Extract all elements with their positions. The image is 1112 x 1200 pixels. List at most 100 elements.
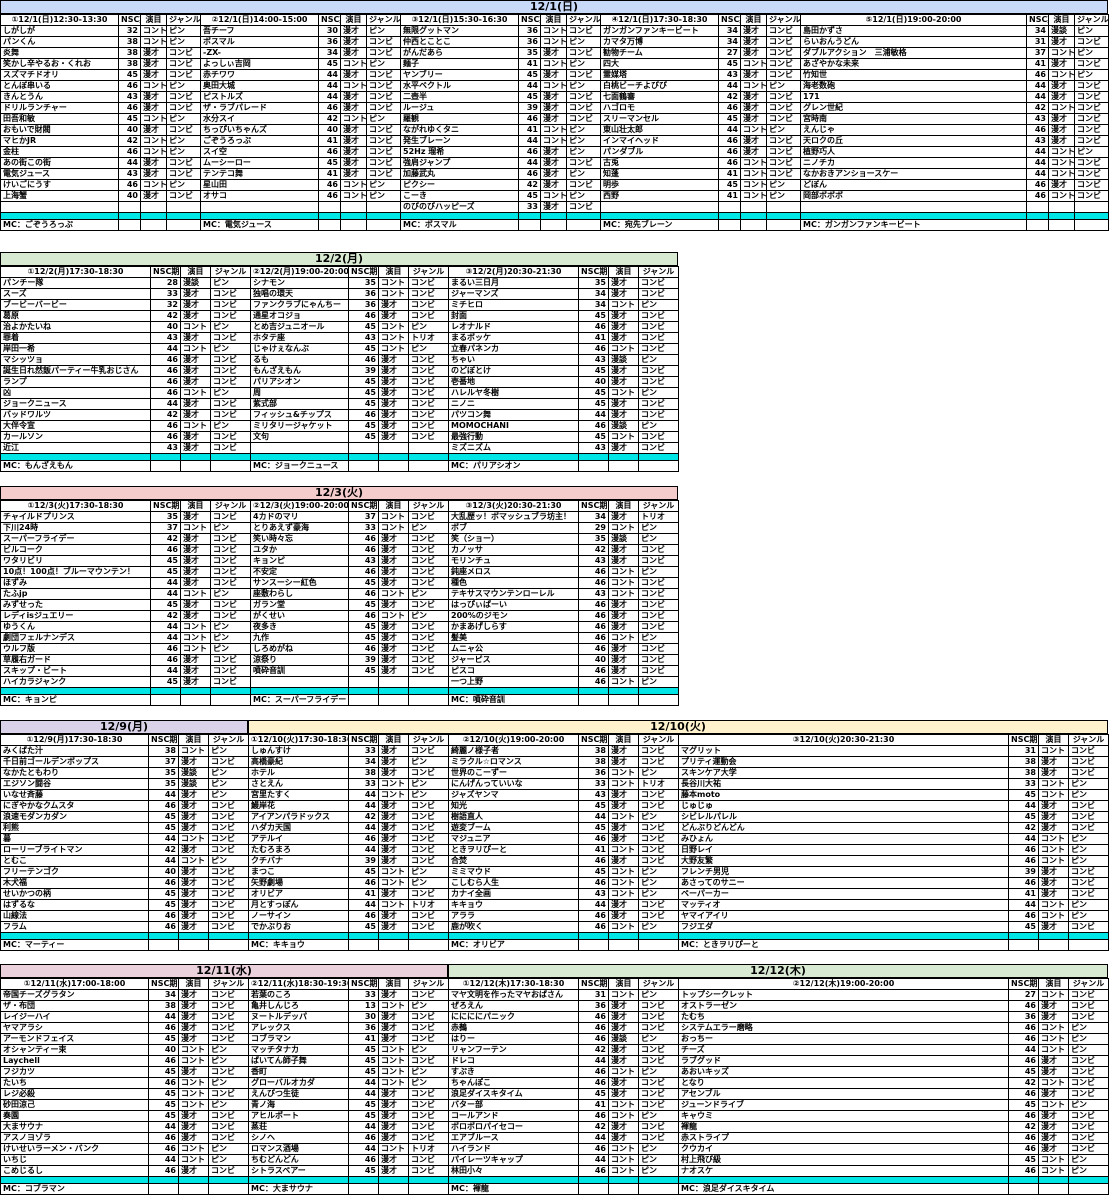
separator-cell — [0, 1176, 149, 1184]
act-type: 漫才 — [378, 921, 409, 933]
act-type: 漫才 — [1038, 1143, 1069, 1155]
col-header-nsc: NSC期 — [150, 500, 181, 512]
genre: ピン — [208, 789, 249, 801]
genre: コンビ — [1068, 800, 1109, 812]
separator-cell — [608, 1176, 639, 1184]
separator-row — [248, 1176, 449, 1184]
table-row: 利熊 45 漫才 コンビ — [0, 822, 249, 834]
act-type: コント — [608, 566, 639, 578]
genre: コンビ — [1068, 745, 1109, 757]
performer-name: あおいキッズ — [678, 1066, 1009, 1078]
act-type: コント — [740, 168, 767, 180]
table-row: バター部 41 コント コンビ — [448, 1099, 679, 1111]
mc-empty — [718, 219, 741, 231]
performer-name: 吾チーフ — [200, 25, 319, 37]
performer-name: となり — [678, 1077, 1009, 1089]
show-title: ②12/12(木)19:00-20:00 — [678, 978, 1009, 990]
genre: ピン — [638, 888, 679, 900]
act-type: 漫才 — [608, 654, 639, 666]
genre: ピン — [408, 866, 449, 878]
nsc-term: 45 — [718, 113, 741, 125]
table-row: せいかつの柄 45 漫才 コンビ — [0, 888, 249, 900]
genre: コンビ — [638, 1011, 679, 1023]
act-type: 漫才 — [180, 533, 211, 545]
act-type: 漫才 — [608, 1132, 639, 1144]
act-type: コント — [340, 113, 367, 125]
separator-cell — [608, 687, 639, 695]
nsc-term: 46 — [578, 665, 609, 677]
genre: ピン — [638, 1143, 679, 1155]
genre: ピン — [408, 321, 449, 333]
table-row: 炎舞 38 漫才 コンビ — [0, 47, 201, 59]
table-row: まるボッケ 41 漫才 コンビ — [448, 332, 679, 344]
act-type: コント — [608, 632, 639, 644]
nsc-term — [118, 201, 141, 213]
table-row: オシャンティー束 40 コント ピン — [0, 1044, 249, 1056]
mc-empty — [540, 219, 567, 231]
table-row: スズマチドオリ 45 漫才 コンビ — [0, 69, 201, 81]
separator-row — [0, 212, 201, 220]
nsc-term: 45 — [1008, 1066, 1039, 1078]
col-header-kind: 演目 — [178, 734, 209, 746]
performer-name: フジカツ — [0, 1066, 149, 1078]
performer-name: 若葉のころ — [248, 989, 349, 1001]
performer-name: ドリルランチャー — [0, 102, 119, 114]
table-row: エジソン闘谷 35 漫談 ピン — [0, 778, 249, 790]
nsc-term: 35 — [148, 778, 179, 790]
genre: コンビ — [208, 1088, 249, 1100]
separator-row — [400, 212, 601, 220]
table-row: ラブグッド 46 漫才 コンビ — [678, 1055, 1109, 1067]
act-type: コント — [378, 1066, 409, 1078]
nsc-term: 46 — [1008, 844, 1039, 856]
nsc-term: 42 — [148, 844, 179, 856]
act-type: 漫才 — [540, 157, 567, 169]
performer-name: ハゴロモ — [600, 102, 719, 114]
separator-row — [448, 932, 679, 940]
performer-name: 岸田一希 — [0, 343, 151, 355]
performer-name: ワタリビリ — [0, 555, 151, 567]
genre: コンビ — [210, 599, 251, 611]
genre: ピン — [1068, 910, 1109, 922]
performer-name: パリアシオン — [250, 376, 349, 388]
performer-name: レディisジュエリー — [0, 610, 151, 622]
act-type: コント — [378, 610, 409, 622]
table-row: 髪美 46 コント ピン — [448, 632, 679, 644]
act-type: 漫才 — [1048, 135, 1075, 147]
nsc-term: 44 — [348, 1143, 379, 1155]
act-type: 漫才 — [608, 1022, 639, 1034]
mc-empty — [1038, 939, 1069, 951]
nsc-term: 45 — [718, 58, 741, 70]
act-type: 漫才 — [740, 135, 767, 147]
show-table: ②12/1(日)14:00-15:00NSC期演目ジャンル吾チーフ30漫才ピンボ… — [200, 14, 401, 231]
genre: コンビ — [638, 277, 679, 289]
nsc-term: 44 — [578, 409, 609, 421]
table-row: ランプ 46 漫才 コンビ — [0, 376, 251, 388]
act-type: 漫談 — [1048, 25, 1075, 37]
performer-name: 遊変ブーム — [448, 822, 579, 834]
act-type: 漫才 — [180, 577, 211, 589]
table-row: ゆうくん 44 コント ピン — [0, 621, 251, 633]
table-row: 紫式部 45 漫才 コンビ — [250, 398, 449, 410]
table-row: あざやかな未来 41 漫才 コンビ — [800, 58, 1109, 70]
show-header-row: ②12/1(日)14:00-15:00NSC期演目ジャンル — [200, 14, 401, 26]
performer-name: おもいで財閥 — [0, 124, 119, 136]
table-row: サンスーシー紅色 45 漫才 コンビ — [250, 577, 449, 589]
act-type: コント — [378, 789, 409, 801]
performer-name: 200%のジモン — [448, 610, 579, 622]
nsc-term: 39 — [348, 855, 379, 867]
act-type: 漫才 — [180, 676, 211, 688]
performer-name: ニノチカ — [800, 157, 1027, 169]
performer-name: 羅観 — [400, 113, 519, 125]
nsc-term: 44 — [348, 789, 379, 801]
nsc-term: 46 — [148, 910, 179, 922]
separator-row — [678, 932, 1109, 940]
act-type: コント — [608, 844, 639, 856]
mc-name: MC：褌龍 — [448, 1183, 579, 1195]
genre: コンビ — [208, 800, 249, 812]
act-type: 漫才 — [340, 69, 367, 81]
table-row: カールソン 46 漫才 コンビ — [0, 431, 251, 443]
act-type: 漫才 — [340, 47, 367, 59]
table-row: 世界のこーずー 36 コント ピン — [448, 767, 679, 779]
table-row: 暮 44 コント コンビ — [0, 833, 249, 845]
nsc-term — [718, 201, 741, 213]
